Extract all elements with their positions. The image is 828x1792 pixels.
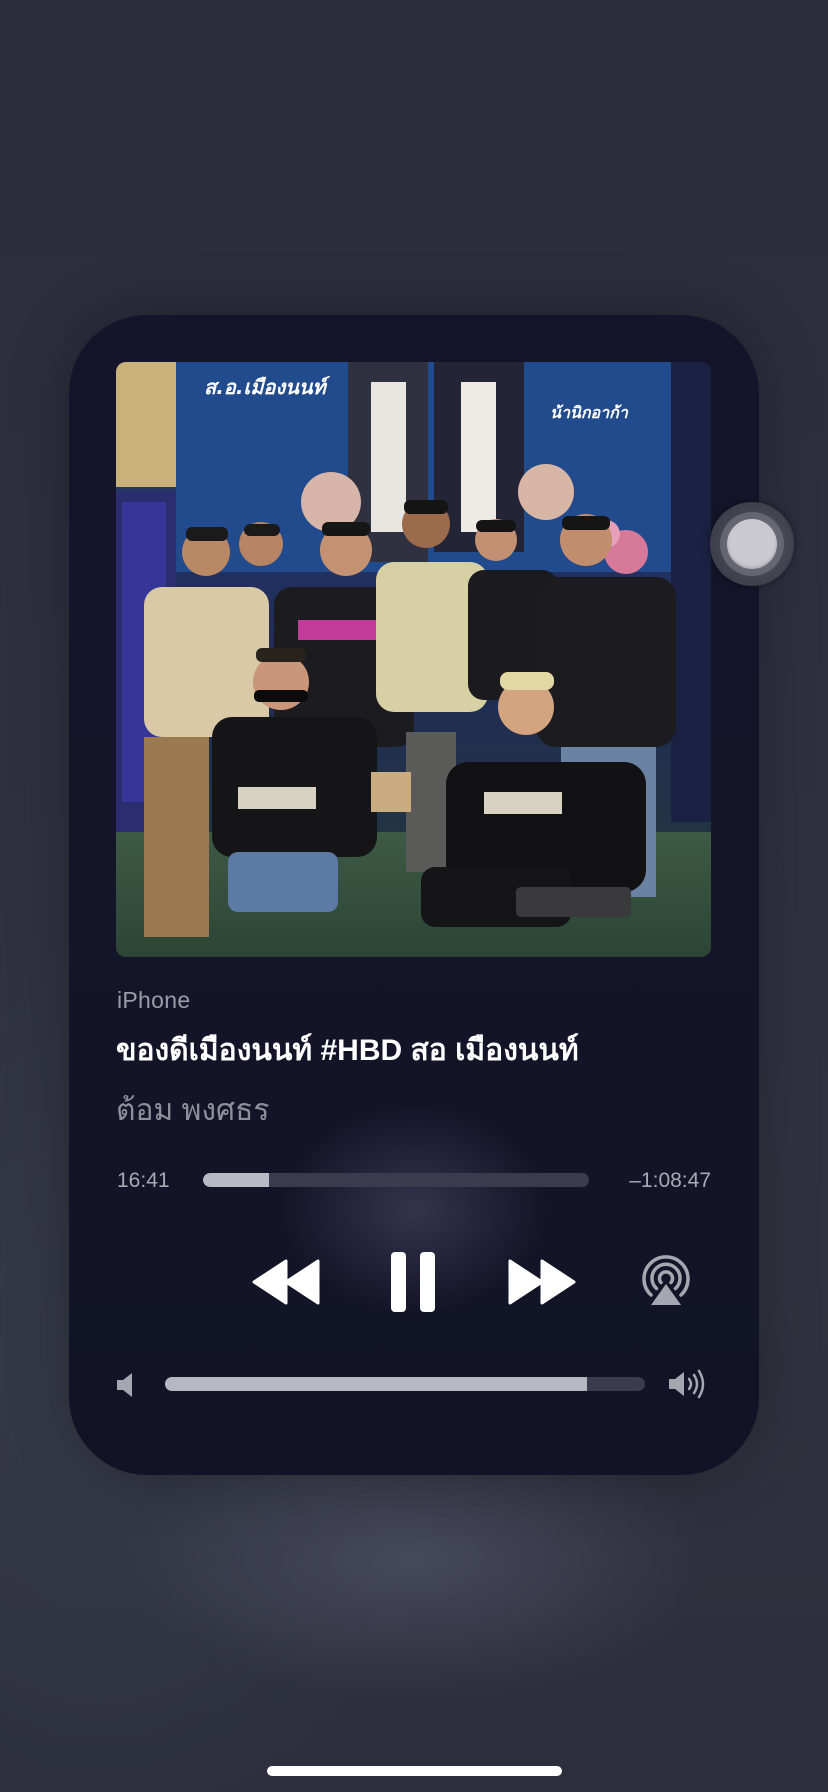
remaining-time: –1:08:47: [629, 1169, 711, 1192]
assistive-touch-center: [727, 519, 777, 569]
volume-fill: [165, 1377, 588, 1391]
speaker-low-icon: [117, 1373, 132, 1397]
home-indicator[interactable]: [267, 1766, 562, 1776]
playback-progress-fill: [203, 1173, 269, 1187]
album-artwork[interactable]: ส.อ.เมืองนนท์ น้านิกอาก้า: [116, 362, 711, 957]
assistive-touch-button[interactable]: [710, 502, 794, 586]
volume-slider[interactable]: [165, 1377, 645, 1391]
track-artist: ต้อม พงศธร: [116, 1094, 270, 1127]
forward-icon[interactable]: [508, 1259, 576, 1305]
artwork-banner-left: ส.อ.เมืองนนท์: [204, 375, 331, 399]
output-device-label: iPhone: [117, 987, 191, 1013]
speaker-high-icon: [669, 1369, 705, 1399]
airplay-icon[interactable]: [640, 1254, 692, 1308]
now-playing-card: ส.อ.เมืองนนท์ น้านิกอาก้า iPhone ของดีเม…: [69, 315, 759, 1475]
pause-icon[interactable]: [389, 1251, 437, 1313]
artwork-photo: ส.อ.เมืองนนท์ น้านิกอาก้า: [116, 362, 711, 957]
artwork-banner-right: น้านิกอาก้า: [550, 403, 629, 422]
playback-scrubber[interactable]: [203, 1173, 589, 1187]
track-title: ของดีเมืองนนท์ #HBD สอ เมืองนนท์: [116, 1034, 579, 1067]
elapsed-time: 16:41: [117, 1169, 170, 1192]
backward-icon[interactable]: [252, 1259, 320, 1305]
